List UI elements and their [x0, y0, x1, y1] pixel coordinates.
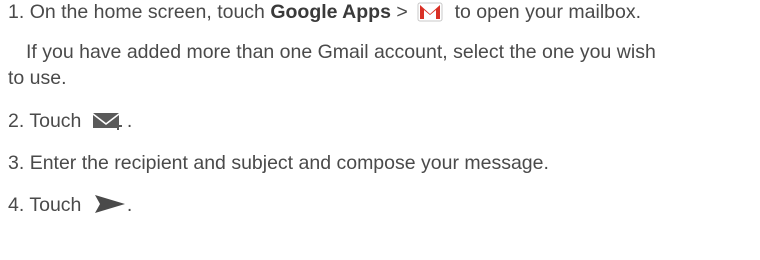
note-line-2: to use.	[8, 67, 67, 89]
gmail-icon	[417, 2, 443, 22]
step-3-text: Enter the recipient and subject and comp…	[29, 152, 549, 174]
send-arrow-icon	[93, 195, 127, 215]
step-2-end: .	[126, 110, 133, 132]
step-2-text: Touch	[29, 110, 82, 132]
step-4-end: .	[126, 194, 133, 216]
step-4: 4. Touch .	[8, 193, 132, 217]
step-3-number: 3.	[8, 152, 25, 174]
note-line-1: If you have added more than one Gmail ac…	[26, 41, 656, 63]
compose-mail-icon	[91, 112, 127, 131]
step-2-number: 2.	[8, 110, 25, 132]
google-apps-label: Google Apps	[270, 1, 391, 23]
step-1-text-after: to open your mailbox.	[454, 1, 642, 23]
step-1-separator: >	[396, 1, 408, 23]
step-2: 2. Touch .	[8, 109, 132, 133]
instructions: 1. On the home screen, touch Google Apps…	[0, 0, 760, 260]
step-1-number: 1.	[8, 1, 25, 23]
step-3: 3. Enter the recipient and subject and c…	[8, 151, 549, 175]
step-4-number: 4.	[8, 194, 25, 216]
step-1: 1. On the home screen, touch Google Apps…	[8, 0, 641, 24]
step-4-text: Touch	[29, 194, 82, 216]
step-1-text: On the home screen, touch	[29, 1, 265, 23]
